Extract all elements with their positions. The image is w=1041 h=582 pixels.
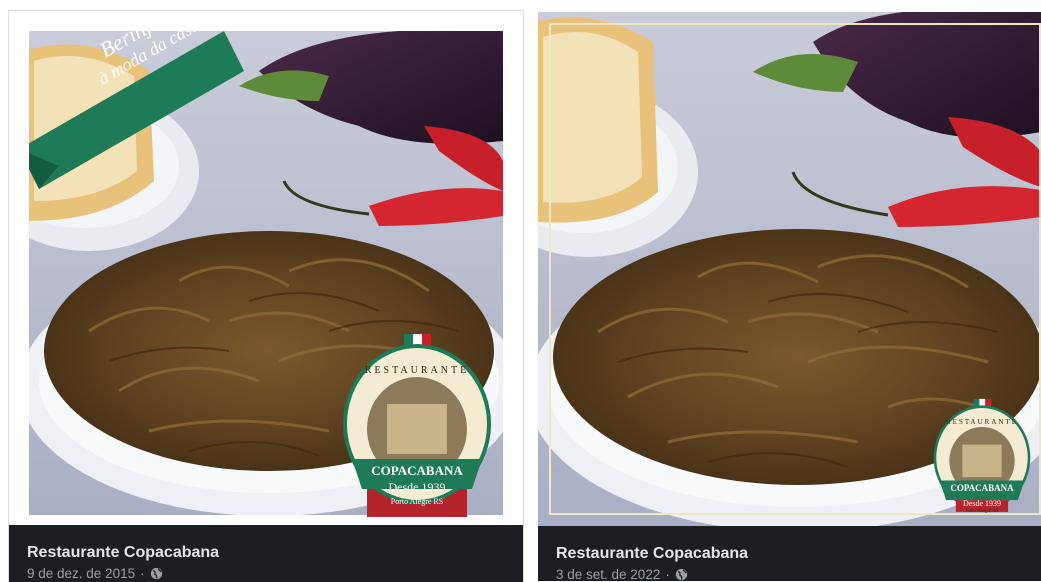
meta-separator: · (140, 566, 145, 581)
restaurant-logo: RESTAURANTE COPACABANA Desde 1939 Porto … (342, 329, 492, 517)
post-meta: 3 de set. de 2022 · (556, 567, 688, 581)
post-date[interactable]: 3 de set. de 2022 (556, 567, 660, 581)
logo-top-text: RESTAURANTE (364, 365, 470, 376)
globe-icon[interactable] (150, 567, 163, 580)
post-author-name[interactable]: Restaurante Copacabana (556, 545, 748, 563)
globe-icon[interactable] (675, 568, 688, 581)
post-meta: 9 de dez. de 2015 · (27, 566, 163, 581)
post-date[interactable]: 9 de dez. de 2015 (27, 566, 135, 581)
meta-separator: · (665, 567, 670, 581)
logo-name-text: COPACABANA (950, 483, 1014, 493)
post-card-2022[interactable]: RESTAURANTE COPACABANA Desde 1939 Porto … (538, 12, 1041, 581)
logo-since-text: Desde 1939 (963, 499, 1001, 508)
post-footer: Restaurante Copacabana 3 de set. de 2022… (538, 526, 1041, 581)
logo-city-text: Porto Alegre RS (965, 509, 999, 514)
logo-city-text: Porto Alegre RS (390, 497, 444, 506)
logo-name-text: COPACABANA (371, 463, 463, 478)
post-author-name[interactable]: Restaurante Copacabana (27, 544, 219, 562)
post-footer: Restaurante Copacabana 9 de dez. de 2015… (9, 525, 523, 582)
restaurant-logo: RESTAURANTE COPACABANA Desde 1939 Porto … (933, 395, 1031, 519)
logo-top-text: RESTAURANTE (946, 418, 1018, 426)
post-card-2015[interactable]: Berinjela à moda da casa RESTAURANTE COP… (8, 10, 524, 582)
logo-since-text: Desde 1939 (388, 480, 446, 494)
